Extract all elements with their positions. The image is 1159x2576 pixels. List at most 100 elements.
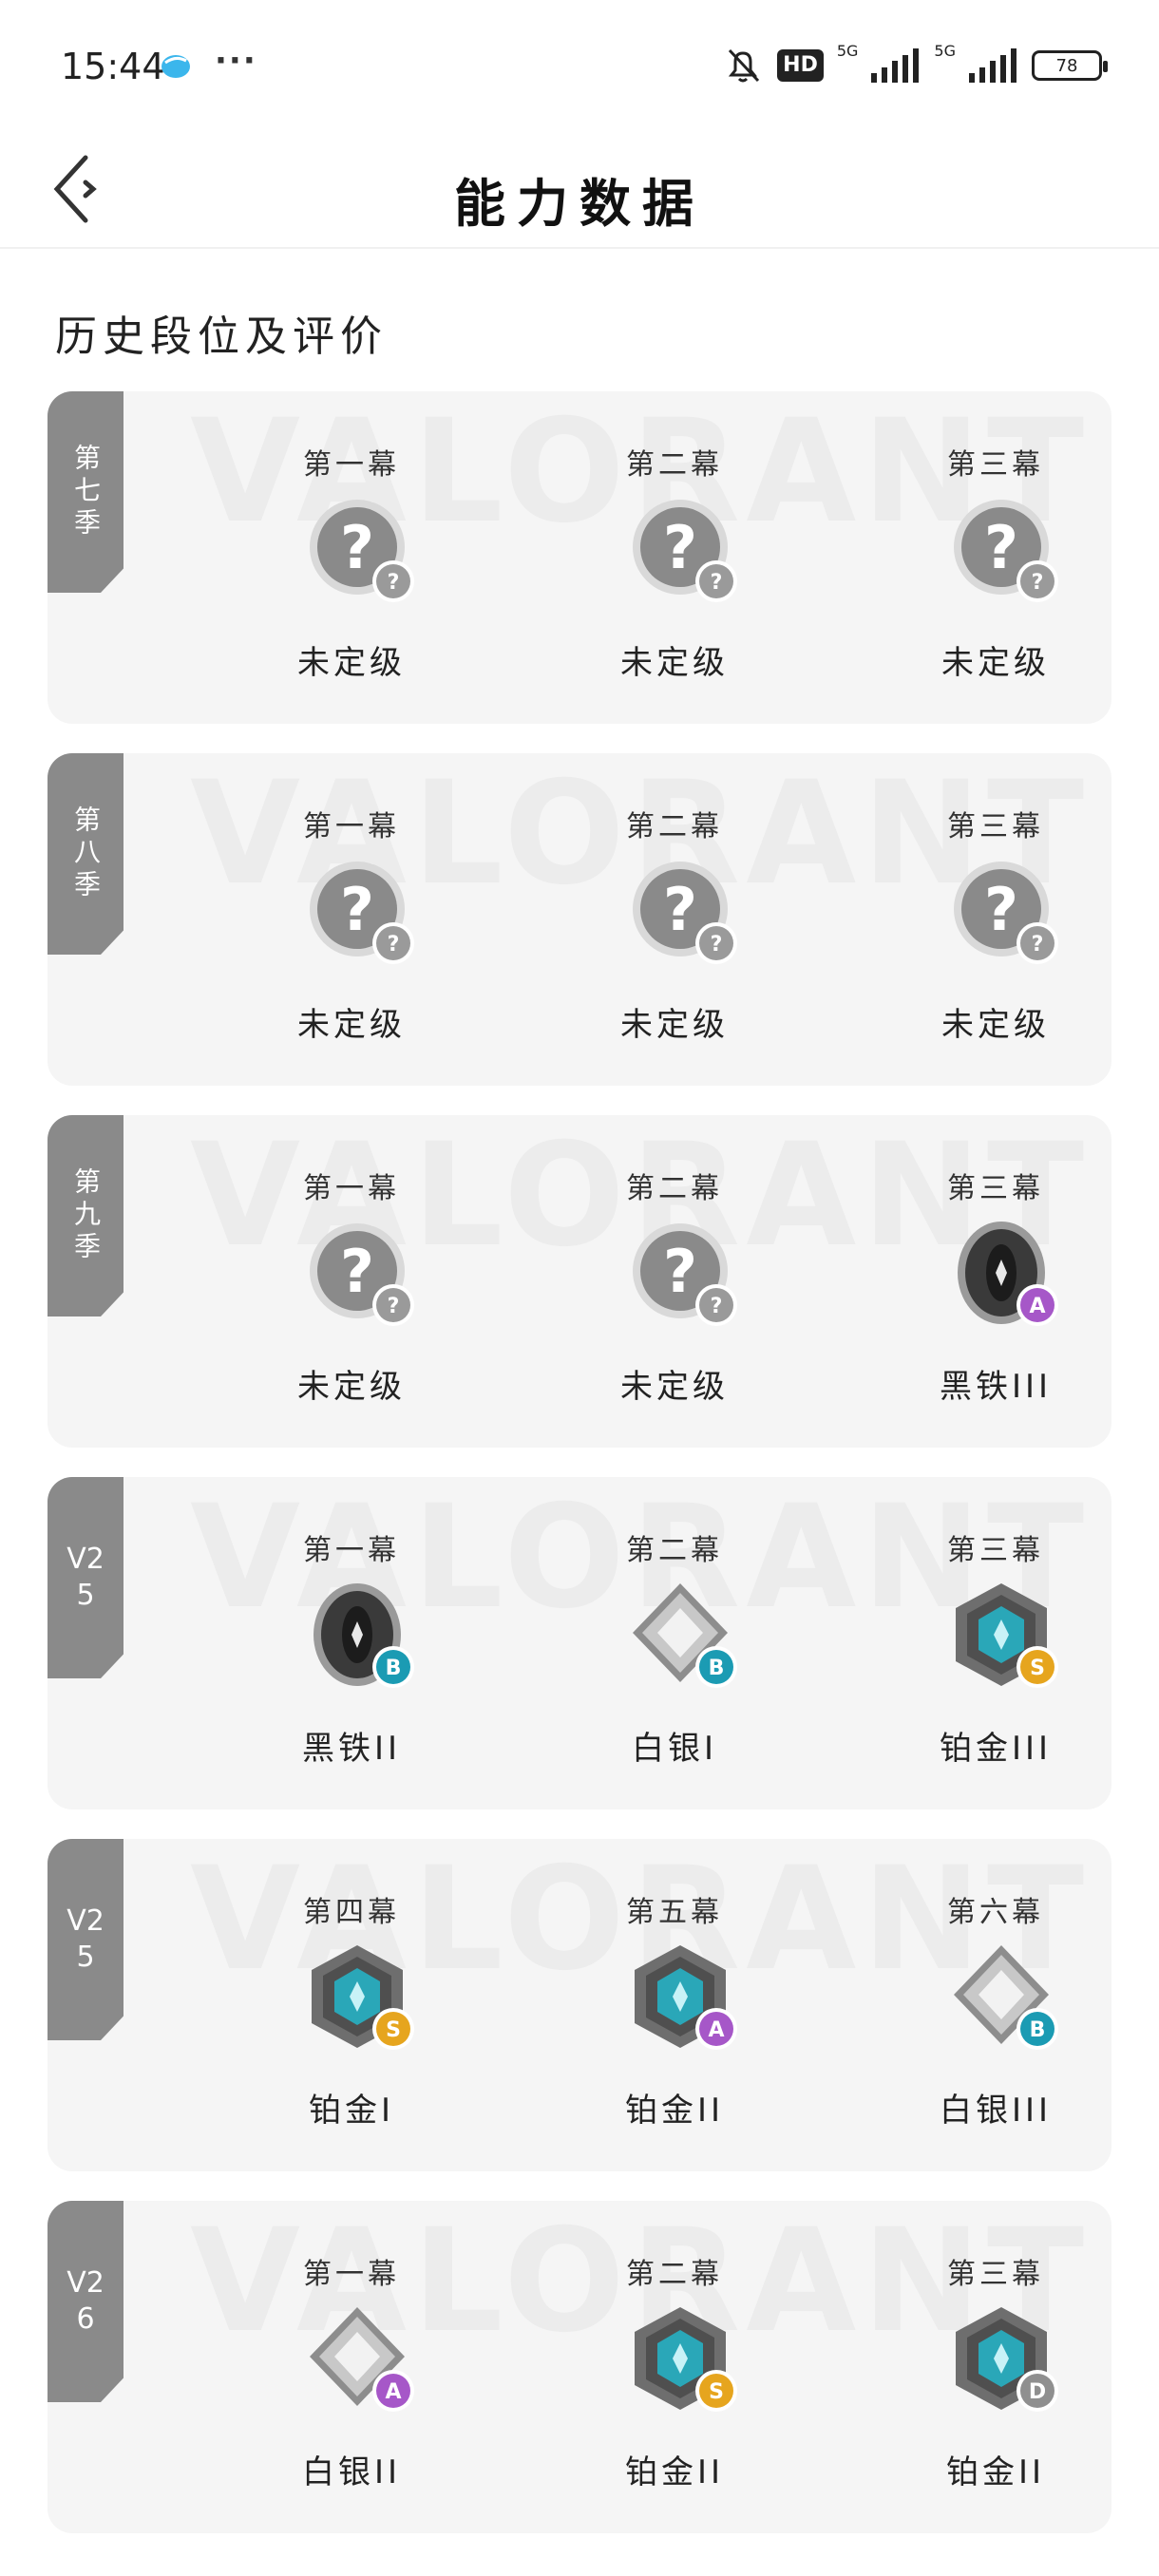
status-time: 15:44 — [61, 46, 165, 87]
act-label: 第三幕 — [947, 1172, 1044, 1205]
act-cell: 第六幕 B 白银III — [882, 1839, 1110, 2171]
rank-name: 黑铁III — [939, 1368, 1053, 1406]
status-icons: HD 5G 5G 78 — [722, 42, 1108, 89]
season-card: VALORANTV2 6第一幕A白银II第二幕S铂金II第三幕D铂金II — [48, 2201, 1112, 2533]
rank-name: 铂金II — [624, 2453, 725, 2491]
svg-text:?: ? — [984, 513, 1018, 582]
svg-text:?: ? — [340, 513, 374, 582]
battery-icon: 78 — [1032, 50, 1108, 81]
act-label: 第二幕 — [626, 1534, 723, 1567]
rank-name: 未定级 — [941, 644, 1050, 682]
act-label: 第一幕 — [303, 1534, 400, 1567]
rank-name: 未定级 — [297, 1368, 406, 1406]
grade-badge-text: ? — [1032, 571, 1044, 595]
season-tab: 第七季 — [48, 391, 124, 593]
act-cell: 第二幕?? 未定级 — [560, 1115, 788, 1448]
act-cell: 第四幕 S 铂金I — [238, 1839, 466, 2171]
act-cell: 第一幕?? 未定级 — [238, 753, 466, 1086]
act-label: 第三幕 — [947, 1534, 1044, 1567]
act-cell: 第一幕 A 白银II — [238, 2201, 466, 2533]
rank-name: 白银I — [631, 1730, 718, 1768]
hd-badge: HD — [777, 49, 824, 82]
network-label-2: 5G — [934, 42, 956, 60]
platinum-rank-icon: D — [956, 2307, 1058, 2412]
rank-name: 黑铁II — [301, 1730, 402, 1768]
act-cell: 第一幕 B 黑铁II — [238, 1477, 466, 1809]
grade-badge-text: ? — [388, 933, 400, 957]
act-cell: 第三幕 A 黑铁III — [882, 1115, 1110, 1448]
signal-icon — [871, 48, 920, 83]
grade-badge-text: ? — [711, 1295, 723, 1318]
platinum-rank-icon: S — [956, 1583, 1058, 1688]
grade-badge-text: B — [1030, 2018, 1046, 2042]
season-card: VALORANTV2 5第一幕B黑铁II第二幕B白银I第三幕S铂金III — [48, 1477, 1112, 1809]
rank-name: 白银III — [939, 2092, 1053, 2130]
grade-badge-text: ? — [711, 933, 723, 957]
act-label: 第二幕 — [626, 1172, 723, 1205]
act-label: 第一幕 — [303, 2258, 400, 2291]
mute-bell-icon — [729, 48, 760, 83]
unranked-rank-icon: ?? — [310, 862, 414, 964]
act-cell: 第二幕?? 未定级 — [560, 391, 788, 724]
iron-rank-icon: B — [314, 1583, 414, 1688]
section-title: 历史段位及评价 — [55, 313, 388, 361]
rank-name: 未定级 — [297, 644, 406, 682]
act-cell: 第三幕?? 未定级 — [882, 391, 1110, 724]
season-card: VALORANT第七季第一幕??未定级第二幕??未定级第三幕??未定级 — [48, 391, 1112, 724]
act-label: 第六幕 — [947, 1896, 1044, 1929]
rank-name: 铂金III — [939, 1730, 1053, 1768]
unranked-rank-icon: ?? — [633, 862, 737, 964]
act-label: 第五幕 — [626, 1896, 723, 1929]
unranked-rank-icon: ?? — [954, 862, 1058, 964]
season-card: VALORANTV2 5第四幕S铂金I第五幕A铂金II第六幕B白银III — [48, 1839, 1112, 2171]
unranked-rank-icon: ?? — [633, 500, 737, 602]
grade-badge-text: A — [385, 2380, 401, 2404]
unranked-rank-icon: ?? — [310, 1223, 414, 1326]
svg-text:?: ? — [984, 875, 1018, 944]
season-tab: 第九季 — [48, 1115, 124, 1316]
act-label: 第三幕 — [947, 2258, 1044, 2291]
grade-badge-text: D — [1029, 2380, 1046, 2404]
page-title: 能力数据 — [454, 174, 705, 234]
more-dots-icon: ··· — [215, 42, 257, 80]
rank-name: 未定级 — [941, 1006, 1050, 1044]
svg-text:?: ? — [663, 875, 697, 944]
rank-name: 铂金I — [308, 2092, 395, 2130]
season-tab: V2 5 — [48, 1839, 124, 2040]
silver-rank-icon: B — [954, 1945, 1058, 2050]
act-label: 第二幕 — [626, 2258, 723, 2291]
act-cell: 第三幕 S 铂金III — [882, 1477, 1110, 1809]
rank-name: 白银II — [301, 2453, 402, 2491]
network-label-1: 5G — [836, 42, 859, 60]
unranked-rank-icon: ?? — [954, 500, 1058, 602]
unranked-rank-icon: ?? — [633, 1223, 737, 1326]
act-label: 第三幕 — [947, 810, 1044, 843]
signal-icon-2 — [969, 48, 1016, 83]
grade-badge-text: S — [1030, 1657, 1045, 1680]
rank-name: 铂金II — [624, 2092, 725, 2130]
grade-badge-text: B — [709, 1657, 725, 1680]
rank-name: 铂金II — [945, 2453, 1046, 2491]
rank-name: 未定级 — [297, 1006, 406, 1044]
act-label: 第二幕 — [626, 810, 723, 843]
battery-level: 78 — [1055, 55, 1078, 76]
platinum-rank-icon: S — [312, 1945, 414, 2050]
grade-badge-text: ? — [711, 571, 723, 595]
app-header: 能力数据 — [0, 133, 1159, 249]
unranked-rank-icon: ?? — [310, 500, 414, 602]
act-cell: 第二幕 B 白银I — [560, 1477, 788, 1809]
silver-rank-icon: B — [633, 1583, 737, 1688]
season-card: VALORANT第八季第一幕??未定级第二幕??未定级第三幕??未定级 — [48, 753, 1112, 1086]
act-label: 第一幕 — [303, 448, 400, 482]
svg-text:?: ? — [340, 875, 374, 944]
grade-badge-text: S — [709, 2380, 724, 2404]
grade-badge-text: A — [1029, 1295, 1045, 1318]
season-tab: V2 6 — [48, 2201, 124, 2402]
act-label: 第一幕 — [303, 1172, 400, 1205]
platinum-rank-icon: A — [635, 1945, 737, 2050]
season-card: VALORANT第九季第一幕??未定级第二幕??未定级第三幕A黑铁III — [48, 1115, 1112, 1448]
grade-badge-text: S — [386, 2018, 401, 2042]
act-label: 第一幕 — [303, 810, 400, 843]
rank-name: 未定级 — [620, 1368, 729, 1406]
rank-name: 未定级 — [620, 1006, 729, 1044]
